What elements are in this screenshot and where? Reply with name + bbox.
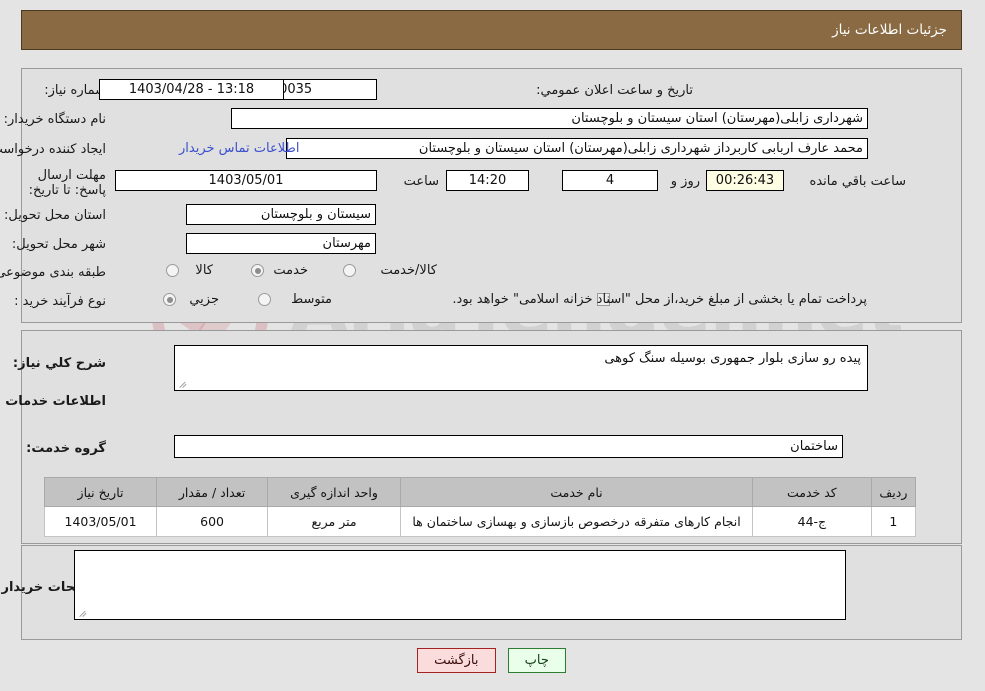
delivery-city-label: شهر محل تحویل:	[12, 237, 107, 252]
deadline-remaining-label: ساعت باقي مانده	[810, 174, 907, 189]
table-row: 1 ج-44 انجام کارهای متفرقه درخصوص بازساز…	[44, 506, 918, 537]
category-option-kala-khedmat-label: کالا/خدمت	[381, 263, 438, 278]
cell-code: ج-44	[753, 506, 873, 537]
deadline-days-value: 4	[563, 170, 659, 191]
resize-grip-icon[interactable]	[79, 608, 89, 618]
general-desc-label: شرح کلي نیاز:	[13, 356, 107, 371]
deadline-hour-label: ساعت	[404, 174, 440, 189]
delivery-city-value: مهرستان	[187, 233, 377, 254]
category-radio-kala-khedmat[interactable]	[344, 264, 357, 277]
cell-index: 1	[871, 506, 918, 537]
cell-name: انجام کارهای متفرقه درخصوص بازسازی و بهس…	[400, 506, 755, 537]
category-radio-kala[interactable]	[167, 264, 180, 277]
column-header-name: نام خدمت	[400, 477, 755, 507]
services-table: ردیف کد خدمت نام خدمت واحد اندازه گیری ت…	[44, 477, 918, 537]
back-button[interactable]: بازگشت	[418, 648, 497, 673]
column-header-unit: واحد اندازه گیری	[268, 477, 402, 507]
cell-quantity: 600	[157, 506, 270, 537]
column-header-quantity: تعداد / مقدار	[157, 477, 270, 507]
service-group-label: گروه خدمت:	[27, 441, 107, 456]
buyer-contact-link[interactable]: اطلاعات تماس خریدار	[180, 141, 300, 156]
column-header-index: ردیف	[871, 477, 918, 507]
delivery-province-label: استان محل تحویل:	[5, 208, 107, 223]
purchase-process-label: نوع فرآیند خرید :	[15, 294, 107, 309]
requester-label: ایجاد کننده درخواست:	[0, 142, 107, 157]
deadline-hour-value: 14:20	[447, 170, 530, 191]
purchase-process-radio-motavasset[interactable]	[259, 293, 272, 306]
resize-grip-icon[interactable]	[179, 379, 189, 389]
service-group-value: ساختمان	[175, 435, 844, 458]
purchase-process-option-motavasset-label: متوسط	[292, 292, 333, 307]
delivery-province-value: سیستان و بلوچستان	[187, 204, 377, 225]
category-label: طبقه بندی موضوعی:	[0, 265, 107, 280]
deadline-days-label: روز و	[671, 174, 701, 189]
services-section-heading: اطلاعات خدمات مورد نیاز	[0, 394, 107, 409]
deadline-timer-value: 00:26:43	[707, 170, 785, 191]
buyer-org-value: شهرداری زابلی(مهرستان) استان سیستان و بل…	[232, 108, 869, 129]
deadline-date-value: 1403/05/01	[116, 170, 378, 191]
table-header-row: ردیف کد خدمت نام خدمت واحد اندازه گیری ت…	[44, 477, 918, 507]
cell-unit: متر مربع	[268, 506, 402, 537]
cell-date: 1403/05/01	[44, 506, 159, 537]
print-button[interactable]: چاپ	[508, 648, 567, 673]
announce-datetime-value: 13:18 - 1403/04/28	[100, 79, 285, 100]
category-option-khedmat-label: خدمت	[274, 263, 309, 278]
announce-datetime-label: تاریخ و ساعت اعلان عمومي:	[537, 83, 694, 98]
purchase-process-option-jozee-label: جزیي	[190, 292, 220, 307]
buyer-notes-textarea[interactable]	[75, 550, 847, 620]
general-desc-textarea[interactable]: پیده رو سازی بلوار جمهوری بوسیله سنگ کوه…	[175, 345, 869, 391]
category-option-kala-label: کالا	[196, 263, 214, 278]
buyer-org-label: نام دستگاه خریدار:	[4, 112, 107, 127]
button-bar: بازگشت چاپ	[0, 648, 985, 673]
category-radio-khedmat[interactable]	[252, 264, 265, 277]
deadline-label: مهلت ارسال پاسخ: تا تاریخ:	[29, 168, 107, 198]
page-title: جزئیات اطلاعات نیاز	[833, 22, 948, 38]
general-desc-value: پیده رو سازی بلوار جمهوری بوسیله سنگ کوه…	[605, 351, 862, 366]
purchase-process-radio-jozee[interactable]	[164, 293, 177, 306]
column-header-code: کد خدمت	[753, 477, 873, 507]
page-header: جزئیات اطلاعات نیاز	[22, 10, 963, 50]
need-info-panel	[22, 68, 963, 323]
treasury-documents-label: پرداخت تمام یا بخشی از مبلغ خرید،از محل …	[453, 292, 868, 307]
requester-value: محمد عارف اربابی کاربرداز شهرداری زابلی(…	[287, 138, 869, 159]
need-number-label: شماره نیاز:	[45, 83, 107, 98]
column-header-date: تاریخ نیاز	[44, 477, 159, 507]
